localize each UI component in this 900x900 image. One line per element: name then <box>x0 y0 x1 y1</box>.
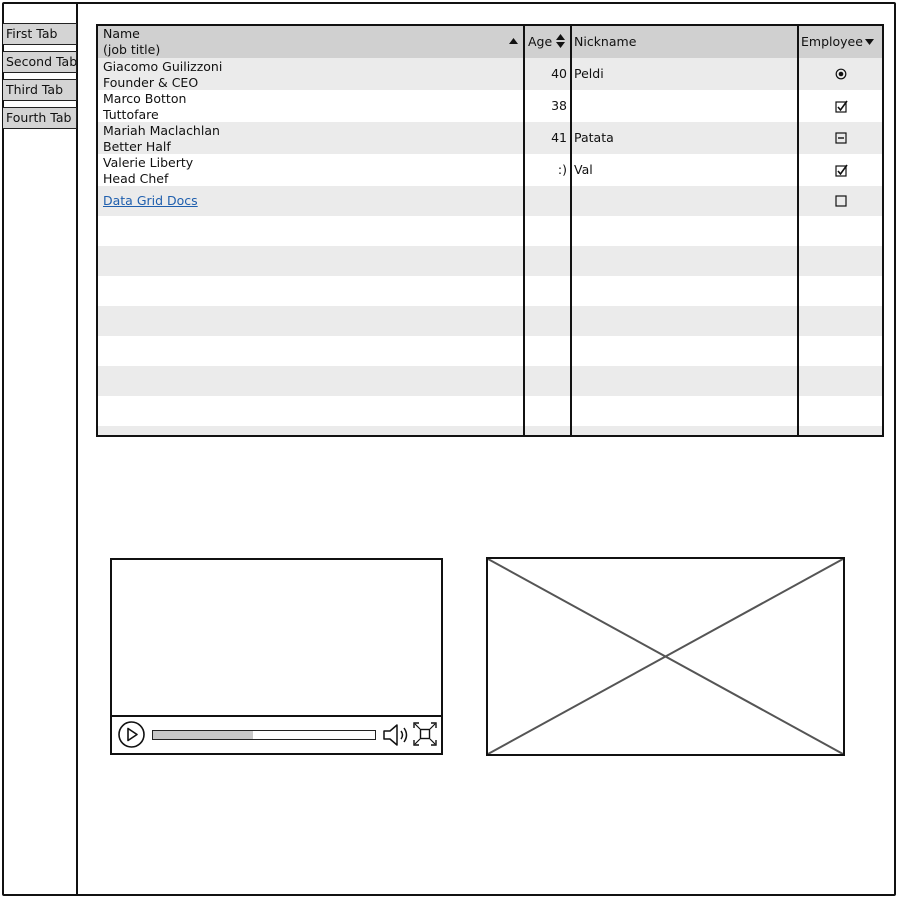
header-name-label: Name <box>103 26 140 41</box>
table-row[interactable]: Giacomo Guilizzoni Founder & CEO 40 Peld… <box>98 58 882 90</box>
cell-employee <box>798 58 882 90</box>
table-row[interactable]: Valerie Liberty Head Chef :) Val <box>98 154 882 186</box>
cell-age: 40 <box>551 66 567 81</box>
header-name[interactable]: Name (job title) <box>98 26 524 58</box>
empty-row <box>98 426 882 435</box>
cell-nickname: Patata <box>574 130 614 145</box>
empty-row <box>98 366 882 396</box>
table-row[interactable]: Data Grid Docs <box>98 186 882 216</box>
person-title: Head Chef <box>103 170 169 186</box>
radio-selected-icon[interactable] <box>835 68 847 80</box>
empty-row <box>98 276 882 306</box>
cell-employee <box>798 90 882 122</box>
column-divider <box>523 26 525 435</box>
data-grid-docs-link[interactable]: Data Grid Docs <box>98 193 198 208</box>
video-controls <box>112 715 441 753</box>
grid-header: Name (job title) Age Nickname Employee <box>98 26 882 58</box>
person-title: Tuttofare <box>103 106 159 122</box>
person-name: Valerie Liberty <box>103 155 194 170</box>
video-progress-fill <box>153 731 253 739</box>
tab-third[interactable]: Third Tab <box>3 79 77 101</box>
cell-nickname <box>571 90 798 122</box>
person-title: Better Half <box>103 138 171 154</box>
cell-name: Giacomo Guilizzoni Founder & CEO <box>98 58 524 90</box>
header-employee[interactable]: Employee <box>798 26 882 58</box>
person-title: Founder & CEO <box>103 74 199 90</box>
cell-employee <box>798 154 882 186</box>
cell-name: Valerie Liberty Head Chef <box>98 154 524 186</box>
cell-name: Marco Botton Tuttofare <box>98 90 524 122</box>
sort-updown-icon <box>556 34 565 48</box>
table-row[interactable]: Marco Botton Tuttofare 38 <box>98 90 882 122</box>
person-name: Giacomo Guilizzoni <box>103 59 223 74</box>
checkbox-checked-icon[interactable] <box>834 164 848 177</box>
volume-icon[interactable] <box>382 722 410 748</box>
header-name-sublabel: (job title) <box>103 42 161 57</box>
cell-employee <box>798 122 882 154</box>
header-age-label: Age <box>528 34 553 49</box>
cell-age: 41 <box>551 130 567 145</box>
fullscreen-icon[interactable] <box>413 722 437 746</box>
data-grid: Name (job title) Age Nickname Employee G… <box>96 24 884 437</box>
checkbox-unchecked-icon[interactable] <box>835 195 847 207</box>
empty-row <box>98 336 882 366</box>
video-player[interactable] <box>110 558 443 755</box>
cell-age: 38 <box>551 98 567 113</box>
dropdown-arrow-icon <box>865 39 874 45</box>
checkbox-indeterminate-icon[interactable] <box>835 132 847 144</box>
image-placeholder-icon <box>488 559 843 754</box>
empty-row <box>98 246 882 276</box>
header-age[interactable]: Age <box>524 26 571 58</box>
video-progress-bar[interactable] <box>152 730 376 740</box>
tab-second[interactable]: Second Tab <box>3 51 77 73</box>
checkbox-checked-icon[interactable] <box>834 100 848 113</box>
header-nickname[interactable]: Nickname <box>571 26 798 58</box>
vertical-tabs: First Tab Second Tab Third Tab Fourth Ta… <box>2 2 78 896</box>
person-name: Mariah Maclachlan <box>103 123 220 138</box>
tab-fourth[interactable]: Fourth Tab <box>3 107 77 129</box>
column-divider <box>797 26 799 435</box>
cell-age: :) <box>557 162 567 177</box>
empty-row <box>98 306 882 336</box>
image-placeholder <box>486 557 845 756</box>
column-divider <box>570 26 572 435</box>
play-icon[interactable] <box>117 720 146 749</box>
empty-row <box>98 396 882 426</box>
cell-nickname: Val <box>574 162 593 177</box>
table-row[interactable]: Mariah Maclachlan Better Half 41 Patata <box>98 122 882 154</box>
cell-nickname: Peldi <box>574 66 604 81</box>
header-employee-label: Employee <box>801 34 863 49</box>
cell-name: Data Grid Docs <box>98 186 524 216</box>
cell-employee <box>798 186 882 216</box>
person-name: Marco Botton <box>103 91 187 106</box>
empty-row <box>98 216 882 246</box>
cell-name: Mariah Maclachlan Better Half <box>98 122 524 154</box>
sort-ascending-icon <box>509 38 518 44</box>
tab-first[interactable]: First Tab <box>3 23 77 45</box>
